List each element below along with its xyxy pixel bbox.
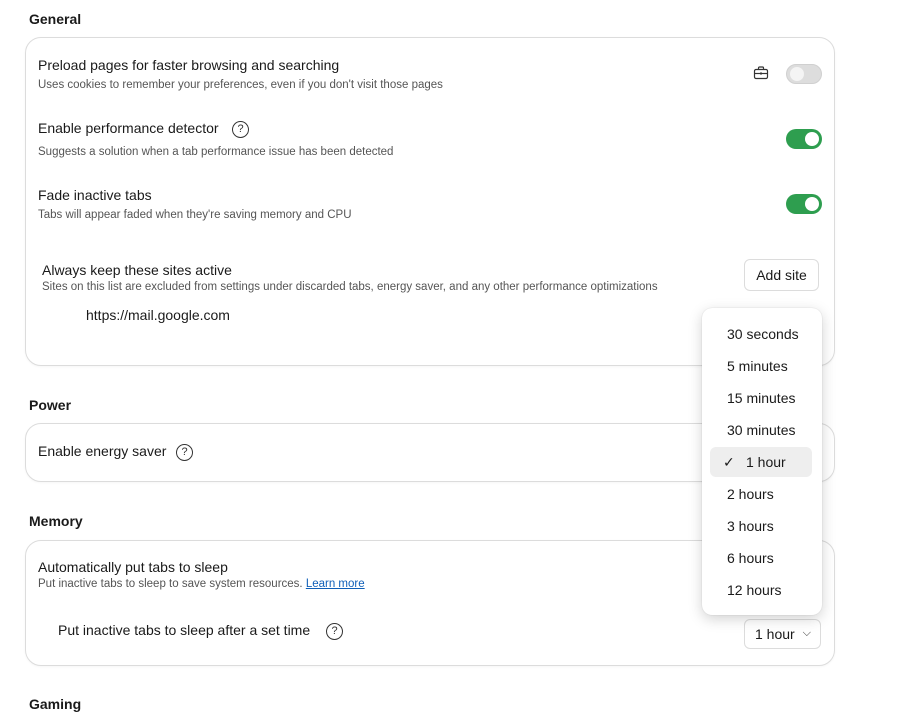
preload-toggle[interactable] bbox=[786, 64, 822, 84]
keep-active-title: Always keep these sites active bbox=[42, 262, 232, 278]
dropdown-option[interactable]: 30 minutes bbox=[710, 415, 812, 445]
detector-toggle[interactable] bbox=[786, 129, 822, 149]
sleep-after-title: Put inactive tabs to sleep after a set t… bbox=[58, 622, 311, 638]
energy-saver-help-icon[interactable]: ? bbox=[176, 444, 193, 461]
sleep-desc-text: Put inactive tabs to sleep to save syste… bbox=[38, 578, 303, 590]
preload-title: Preload pages for faster browsing and se… bbox=[38, 57, 340, 73]
sleep-desc: Put inactive tabs to sleep to save syste… bbox=[38, 578, 365, 590]
section-title-general: General bbox=[29, 11, 82, 27]
add-site-button[interactable]: Add site bbox=[744, 259, 819, 291]
detector-help-icon[interactable]: ? bbox=[232, 121, 249, 138]
sleep-after-help-icon[interactable]: ? bbox=[326, 623, 343, 640]
keep-active-desc: Sites on this list are excluded from set… bbox=[42, 281, 658, 293]
detector-desc: Suggests a solution when a tab performan… bbox=[38, 146, 394, 158]
section-title-power: Power bbox=[29, 397, 72, 413]
sleep-after-value: 1 hour bbox=[755, 626, 795, 642]
dropdown-option[interactable]: 15 minutes bbox=[710, 383, 812, 413]
detector-title: Enable performance detector bbox=[38, 120, 219, 136]
dropdown-option[interactable]: 30 seconds bbox=[710, 319, 812, 349]
dropdown-option[interactable]: 12 hours bbox=[710, 575, 812, 605]
dropdown-option-selected[interactable]: ✓ 1 hour bbox=[710, 447, 812, 477]
section-title-memory: Memory bbox=[29, 513, 83, 529]
section-title-gaming: Gaming bbox=[29, 696, 82, 712]
site-entry: https://mail.google.com bbox=[86, 307, 230, 323]
sleep-timeout-dropdown: 30 seconds 5 minutes 15 minutes 30 minut… bbox=[702, 308, 822, 615]
fade-desc: Tabs will appear faded when they're savi… bbox=[38, 209, 352, 221]
chevron-down-icon: ⌵ bbox=[802, 627, 811, 639]
dropdown-option[interactable]: 6 hours bbox=[710, 543, 812, 573]
briefcase-icon bbox=[753, 65, 769, 81]
energy-saver-title: Enable energy saver bbox=[38, 443, 167, 459]
learn-more-link[interactable]: Learn more bbox=[306, 578, 365, 590]
fade-toggle[interactable] bbox=[786, 194, 822, 214]
dropdown-option[interactable]: 3 hours bbox=[710, 511, 812, 541]
check-icon: ✓ bbox=[723, 454, 735, 470]
sleep-title: Automatically put tabs to sleep bbox=[38, 559, 228, 575]
preload-desc: Uses cookies to remember your preference… bbox=[38, 79, 443, 91]
dropdown-option[interactable]: 5 minutes bbox=[710, 351, 812, 381]
fade-title: Fade inactive tabs bbox=[38, 187, 152, 203]
dropdown-option[interactable]: 2 hours bbox=[710, 479, 812, 509]
sleep-after-select[interactable]: 1 hour ⌵ bbox=[744, 619, 821, 649]
